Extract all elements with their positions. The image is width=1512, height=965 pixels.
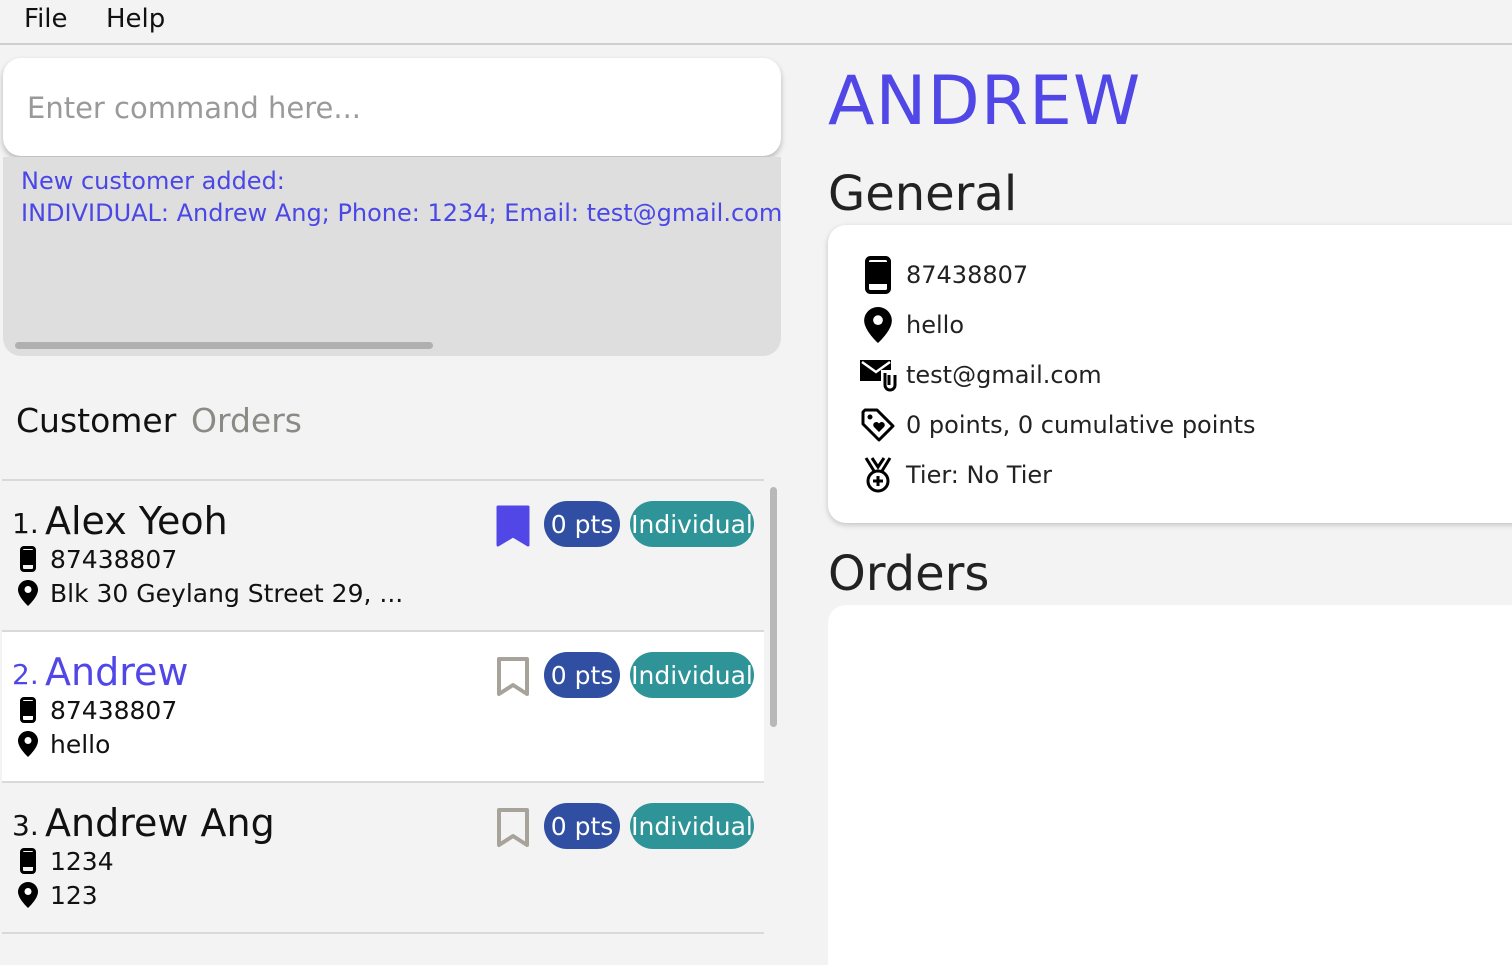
detail-tier-row: Tier: No Tier (858, 455, 1052, 495)
location-pin-icon (858, 305, 898, 345)
customer-phone: 1234 (50, 846, 114, 876)
points-badge: 0 pts (544, 501, 620, 547)
detail-email-row: test@gmail.com (858, 355, 1102, 395)
menu-help[interactable]: Help (106, 4, 165, 34)
customer-type-badge: Individual (630, 501, 754, 547)
customer-address-row: hello (18, 729, 111, 759)
detail-points-row: 0 points, 0 cumulative points (858, 405, 1256, 445)
general-card: 87438807 hello test@gmail.com 0 points, … (828, 225, 1512, 523)
bookmark-icon[interactable] (496, 807, 530, 849)
customer-address: Blk 30 Geylang Street 29, ... (50, 578, 404, 608)
customer-phone-row: 87438807 (18, 695, 178, 725)
menu-bar: File Help (0, 0, 1512, 45)
customer-type-badge: Individual (630, 652, 754, 698)
location-pin-icon (18, 731, 38, 757)
customer-phone-row: 87438807 (18, 544, 178, 574)
command-box (3, 58, 781, 158)
detail-phone: 87438807 (906, 261, 1029, 289)
customer-name: Andrew (45, 650, 189, 694)
customer-type-badge: Individual (630, 803, 754, 849)
customer-card[interactable]: 2. Andrew 87438807 hello 0 pts Individua… (2, 632, 764, 783)
result-line-1: New customer added: (21, 167, 285, 195)
email-icon (858, 355, 898, 395)
phone-icon (18, 697, 38, 723)
location-pin-icon (18, 882, 38, 908)
bookmark-icon[interactable] (496, 656, 530, 698)
detail-address: hello (906, 311, 964, 339)
medal-icon (858, 455, 898, 495)
detail-email: test@gmail.com (906, 361, 1102, 389)
customer-address: hello (50, 729, 111, 759)
command-input[interactable] (25, 58, 763, 158)
bookmark-icon[interactable] (496, 505, 530, 547)
tag-icon (858, 405, 898, 445)
points-badge: 0 pts (544, 803, 620, 849)
customer-name: Alex Yeoh (45, 499, 228, 543)
customer-address: 123 (50, 880, 98, 910)
customer-detail-title: ANDREW (828, 62, 1142, 141)
points-badge: 0 pts (544, 652, 620, 698)
customer-index: 3. (12, 809, 39, 842)
tab-orders[interactable]: Orders (191, 401, 302, 440)
phone-icon (18, 848, 38, 874)
result-line-2: INDIVIDUAL: Andrew Ang; Phone: 1234; Ema… (21, 199, 781, 227)
customer-phone: 87438807 (50, 695, 178, 725)
orders-heading: Orders (828, 546, 990, 602)
general-heading: General (828, 166, 1018, 222)
customer-card[interactable]: 3. Andrew Ang 1234 123 0 pts Individual (2, 783, 764, 934)
customer-address-row: Blk 30 Geylang Street 29, ... (18, 578, 404, 608)
detail-phone-row: 87438807 (858, 255, 1028, 295)
result-display[interactable]: New customer added: INDIVIDUAL: Andrew A… (3, 157, 781, 356)
customer-phone: 87438807 (50, 544, 178, 574)
customer-card[interactable]: 1. Alex Yeoh 87438807 Blk 30 Geylang Str… (2, 481, 764, 632)
customer-list-scrollbar[interactable] (770, 487, 777, 727)
customer-list: 1. Alex Yeoh 87438807 Blk 30 Geylang Str… (2, 479, 764, 948)
customer-name: Andrew Ang (45, 801, 275, 845)
detail-points: 0 points, 0 cumulative points (906, 411, 1256, 439)
customer-index: 1. (12, 507, 39, 540)
customer-phone-row: 1234 (18, 846, 114, 876)
location-pin-icon (18, 580, 38, 606)
phone-icon (18, 546, 38, 572)
customer-index: 2. (12, 658, 39, 691)
phone-icon (858, 255, 898, 295)
orders-card (828, 605, 1512, 965)
customer-address-row: 123 (18, 880, 98, 910)
detail-address-row: hello (858, 305, 964, 345)
tab-customer[interactable]: Customer (16, 401, 176, 440)
detail-tier: Tier: No Tier (906, 461, 1053, 489)
menu-file[interactable]: File (24, 4, 68, 34)
result-horizontal-scrollbar[interactable] (15, 342, 433, 349)
